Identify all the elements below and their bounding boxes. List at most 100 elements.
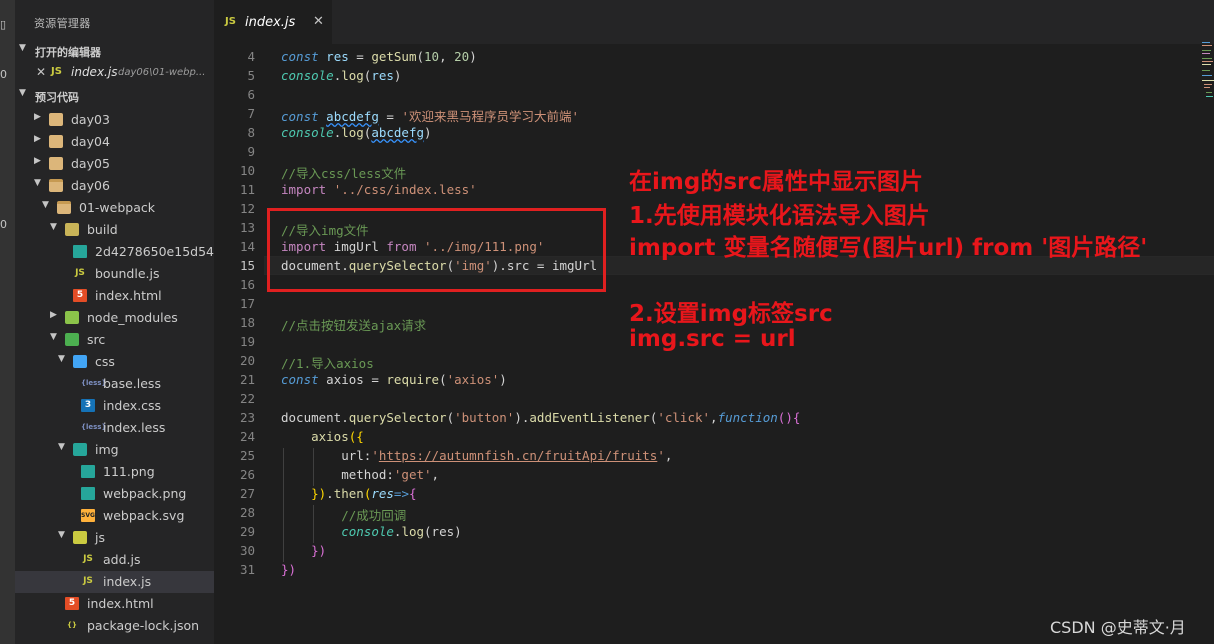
folder-open-icon bbox=[49, 179, 63, 192]
less-file-icon: {less} bbox=[81, 423, 107, 431]
code-line-24: axios({ bbox=[311, 429, 364, 444]
code-line-5: console.log(res) bbox=[281, 68, 402, 83]
tree-item-src[interactable]: ▼ src bbox=[15, 329, 214, 351]
activity-badge-2[interactable]: 0 bbox=[0, 218, 15, 231]
tree-item-label: 2d4278650e15d54... bbox=[95, 244, 214, 259]
open-editors-label: 打开的编辑器 bbox=[35, 46, 101, 59]
html-file-icon: 5 bbox=[65, 597, 79, 610]
project-header[interactable]: ▼ 预习代码 bbox=[15, 86, 214, 106]
tree-item-node-modules[interactable]: ▶ node_modules bbox=[15, 307, 214, 329]
open-editor-item[interactable]: ✕ JS index.js day06\01-webp... bbox=[15, 62, 214, 84]
tree-item-label: src bbox=[87, 332, 106, 347]
chevron-right-icon: ▶ bbox=[34, 156, 41, 166]
tree-item-js[interactable]: ▼ js bbox=[15, 527, 214, 549]
line-number: 4 bbox=[247, 49, 255, 64]
line-number: 13 bbox=[239, 220, 255, 235]
code-line-28: //成功回调 bbox=[341, 508, 407, 523]
project-label: 预习代码 bbox=[35, 91, 79, 104]
code-line-31: }) bbox=[281, 562, 297, 577]
chevron-down-icon: ▼ bbox=[50, 222, 57, 232]
tree-item-day04[interactable]: ▶ day04 bbox=[15, 131, 214, 153]
activity-badge[interactable]: 0 bbox=[0, 68, 15, 81]
close-icon[interactable]: ✕ bbox=[313, 14, 324, 29]
annotation-src-syntax: img.src = url bbox=[629, 326, 796, 352]
code-line-21: const axios = require('axios') bbox=[281, 372, 507, 387]
chevron-down-icon: ▼ bbox=[34, 178, 41, 188]
line-number-active: 15 bbox=[239, 258, 255, 273]
folder-icon bbox=[49, 113, 63, 126]
tree-item-label: css bbox=[95, 354, 115, 369]
folder-src-icon bbox=[65, 333, 79, 346]
line-number: 16 bbox=[239, 277, 255, 292]
tree-item-label: 01-webpack bbox=[79, 200, 155, 215]
tree-item-add-js[interactable]: JS add.js bbox=[15, 549, 214, 571]
tree-item-base-less[interactable]: {less} base.less bbox=[15, 373, 214, 395]
tree-item-label: day04 bbox=[71, 134, 110, 149]
open-editors-header[interactable]: ▼ 打开的编辑器 bbox=[15, 41, 214, 61]
tree-item-index-css[interactable]: 3 index.css bbox=[15, 395, 214, 417]
chevron-down-icon: ▼ bbox=[58, 530, 65, 540]
tree-item-label: index.html bbox=[95, 288, 162, 303]
image-file-icon bbox=[81, 465, 95, 478]
tree-item-day06[interactable]: ▼ day06 bbox=[15, 175, 214, 197]
folder-open-icon bbox=[57, 201, 71, 214]
line-number: 19 bbox=[239, 334, 255, 349]
tree-item-label: node_modules bbox=[87, 310, 178, 325]
tree-item-index-js[interactable]: JS index.js bbox=[15, 571, 214, 593]
activity-bar: ▯ 0 0 bbox=[0, 0, 15, 644]
tree-item-boundle-js[interactable]: JS boundle.js bbox=[15, 263, 214, 285]
folder-node-icon bbox=[65, 311, 79, 324]
line-number: 10 bbox=[239, 163, 255, 178]
html-file-icon: 5 bbox=[73, 289, 87, 302]
tree-item-label: index.html bbox=[87, 596, 154, 611]
minimap[interactable] bbox=[1200, 40, 1214, 110]
less-file-icon: {less} bbox=[81, 379, 107, 387]
tree-item-package-lock[interactable]: {} package-lock.json bbox=[15, 615, 214, 637]
line-number: 30 bbox=[239, 543, 255, 558]
folder-css-icon bbox=[73, 355, 87, 368]
line-number: 6 bbox=[247, 87, 255, 102]
tree-item-hash-image[interactable]: 2d4278650e15d54... bbox=[15, 241, 214, 263]
tree-item-01-webpack[interactable]: ▼ 01-webpack bbox=[15, 197, 214, 219]
line-number: 18 bbox=[239, 315, 255, 330]
tree-item-img[interactable]: ▼ img bbox=[15, 439, 214, 461]
tree-item-label: 111.png bbox=[103, 464, 155, 479]
tree-item-day03[interactable]: ▶ day03 bbox=[15, 109, 214, 131]
line-number: 21 bbox=[239, 372, 255, 387]
tree-item-src-index-html[interactable]: 5 index.html bbox=[15, 593, 214, 615]
tab-index-js[interactable]: JS index.js ✕ bbox=[214, 0, 332, 44]
close-icon[interactable]: ✕ bbox=[36, 65, 46, 79]
folder-icon bbox=[49, 135, 63, 148]
line-number: 17 bbox=[239, 296, 255, 311]
line-number: 26 bbox=[239, 467, 255, 482]
line-number: 27 bbox=[239, 486, 255, 501]
tree-item-day05[interactable]: ▶ day05 bbox=[15, 153, 214, 175]
tree-item-111-png[interactable]: 111.png bbox=[15, 461, 214, 483]
annotation-import-syntax: import 变量名随便写(图片url) from '图片路径' bbox=[629, 235, 1148, 261]
tree-item-webpack-svg[interactable]: SVG webpack.svg bbox=[15, 505, 214, 527]
tree-item-index-less[interactable]: {less} index.less bbox=[15, 417, 214, 439]
tree-item-label: webpack.png bbox=[103, 486, 187, 501]
highlight-box bbox=[267, 208, 606, 292]
tree-item-label: day03 bbox=[71, 112, 110, 127]
tree-item-build-index-html[interactable]: 5 index.html bbox=[15, 285, 214, 307]
tree-item-label: add.js bbox=[103, 552, 141, 567]
tree-item-build[interactable]: ▼ build bbox=[15, 219, 214, 241]
tree-item-label: build bbox=[87, 222, 118, 237]
chevron-down-icon: ▼ bbox=[58, 354, 65, 364]
explorer-icon[interactable]: ▯ bbox=[0, 18, 15, 31]
js-file-icon: JS bbox=[83, 576, 93, 586]
tree-item-webpack-png[interactable]: webpack.png bbox=[15, 483, 214, 505]
line-number: 8 bbox=[247, 125, 255, 140]
open-editor-name: index.js bbox=[71, 65, 118, 79]
code-line-7: const abcdefg = '欢迎来黑马程序员学习大前端' bbox=[281, 109, 579, 124]
tree-item-label: js bbox=[95, 530, 105, 545]
line-number: 14 bbox=[239, 239, 255, 254]
folder-img-icon bbox=[73, 443, 87, 456]
tree-item-label: package-lock.json bbox=[87, 618, 200, 633]
tree-item-css[interactable]: ▼ css bbox=[15, 351, 214, 373]
line-number: 25 bbox=[239, 448, 255, 463]
annotation-step-1: 1.先使用模块化语法导入图片 bbox=[629, 203, 930, 229]
chevron-down-icon: ▼ bbox=[19, 43, 26, 53]
line-number: 9 bbox=[247, 144, 255, 159]
